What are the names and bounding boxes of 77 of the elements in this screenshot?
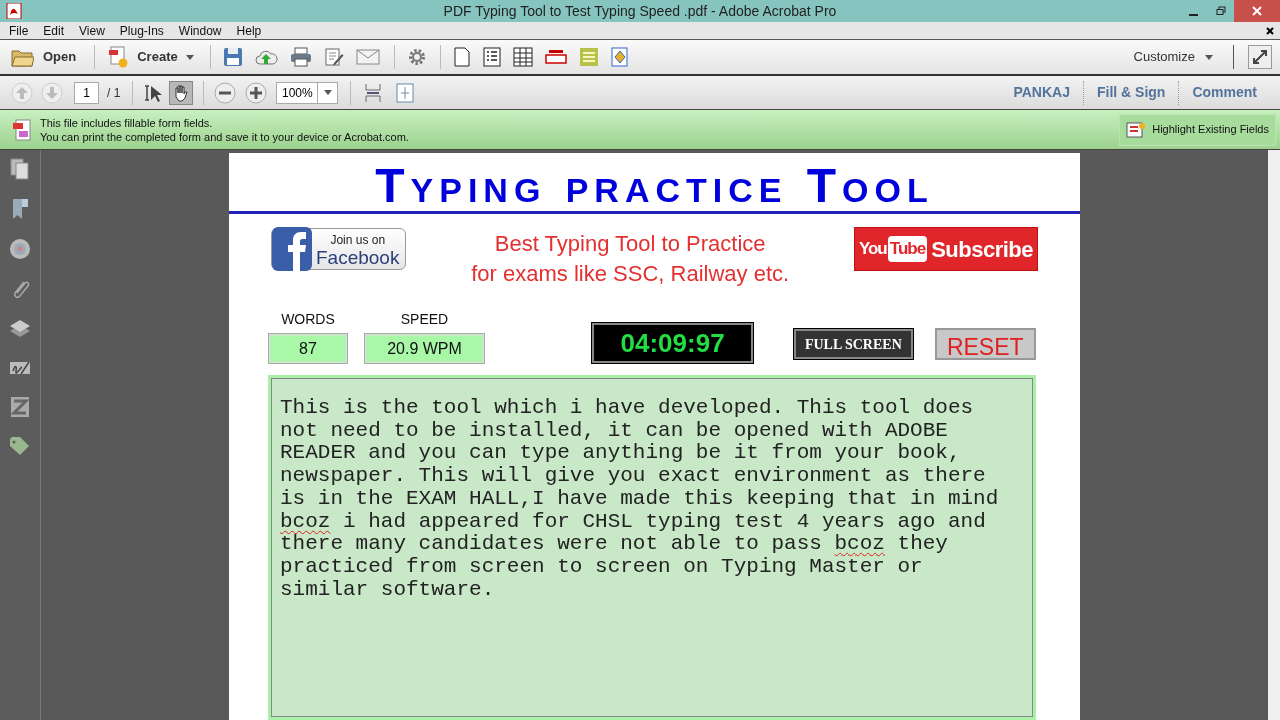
- select-cursor-icon[interactable]: [143, 82, 164, 103]
- page-icon[interactable]: [452, 47, 471, 67]
- zoom-in-icon[interactable]: [245, 81, 268, 104]
- menu-item[interactable]: File: [9, 21, 29, 40]
- folder-icon: [11, 47, 34, 67]
- minimize-icon: [1188, 13, 1198, 16]
- badge-text: Tube: [887, 236, 928, 262]
- text-field-icon[interactable]: [544, 49, 567, 65]
- caret-icon: [185, 54, 194, 60]
- caret-icon: [323, 90, 332, 95]
- close-button[interactable]: [1234, 0, 1280, 22]
- pages-icon[interactable]: [10, 158, 30, 180]
- compare-icon[interactable]: [10, 396, 30, 418]
- facebook-icon: [271, 226, 313, 272]
- close-icon[interactable]: [1266, 26, 1274, 35]
- edit-document-icon[interactable]: [323, 47, 344, 67]
- close-icon: [1252, 6, 1262, 16]
- settings-icon[interactable]: [407, 48, 426, 66]
- menu-item[interactable]: Plug-Ins: [119, 21, 164, 40]
- bookmark-icon[interactable]: [11, 198, 29, 220]
- badge-text: Facebook: [316, 249, 400, 266]
- pdf-app-icon: [6, 3, 22, 19]
- highlight-fields-button[interactable]: Highlight Existing Fields: [1119, 113, 1276, 146]
- menu-item[interactable]: Window: [178, 21, 222, 40]
- print-icon[interactable]: [289, 47, 312, 67]
- badge-text: Subscribe: [931, 235, 1033, 264]
- page-number-field[interactable]: 1: [74, 81, 99, 104]
- envelope-icon[interactable]: [355, 49, 380, 65]
- menu-item[interactable]: Help: [236, 21, 262, 40]
- tag-icon[interactable]: [9, 436, 31, 456]
- tagline-text: for exams like SSC, Railway etc.: [471, 260, 790, 288]
- zoom-dropdown[interactable]: 100%: [276, 81, 339, 104]
- stat-field: 20.9 WPM: [365, 334, 484, 363]
- document-stamp-icon[interactable]: [610, 47, 629, 67]
- form-fields-icon: [1126, 121, 1147, 138]
- page-count: / 1: [107, 84, 121, 102]
- restore-icon: [1216, 6, 1226, 16]
- create-button[interactable]: Create: [95, 46, 210, 68]
- customize-button[interactable]: Customize: [1133, 47, 1233, 67]
- youtube-subscribe-badge[interactable]: You Tube Subscribe: [853, 227, 1038, 271]
- document-title: Typing practice Tool: [374, 161, 935, 211]
- timer-display: 04:09:97: [592, 323, 754, 363]
- stat-label: WORDS: [281, 310, 335, 329]
- tool-link[interactable]: Comment: [1179, 82, 1270, 103]
- list-form-icon[interactable]: [482, 47, 501, 67]
- menu-item[interactable]: Edit: [43, 21, 65, 40]
- caret-icon: [1205, 54, 1213, 60]
- fit-width-icon[interactable]: [364, 82, 383, 103]
- badge-text: Join us on: [330, 232, 386, 249]
- badge-text: You: [858, 238, 887, 261]
- hand-tool-button[interactable]: [169, 80, 194, 105]
- facebook-badge[interactable]: Join us on Facebook: [271, 228, 407, 270]
- scrollbar[interactable]: [1268, 150, 1280, 720]
- save-icon[interactable]: [222, 47, 243, 67]
- typed-text: This is the tool which i have developed. This tool does not need to be installed, it can be opened with ADOBE READER and you can type anything be it from your book, newspaper. This will give you exact environment as there is in the EXAM HALL,I have made this keeping that in mind bcoz i had appeared for CHSL typing test 4 years ago and there many candidates were not able to pass bcoz they practiced from screen to screen on Typing Master or similar software.: [280, 397, 1000, 602]
- notice-text: This file includes fillable form fields.: [40, 115, 214, 130]
- zoom-out-icon[interactable]: [214, 81, 237, 104]
- full-screen-button[interactable]: FULL SCREEN: [794, 329, 913, 359]
- full-screen-button[interactable]: [1248, 45, 1272, 69]
- target-icon[interactable]: [9, 238, 31, 260]
- window-title: PDF Typing Tool to Test Typing Speed .pdf - Adobe Acrobat Pro: [443, 1, 837, 21]
- tagline-text: Best Typing Tool to Practice: [494, 230, 766, 258]
- open-button[interactable]: Open: [0, 47, 95, 67]
- hand-icon: [172, 83, 191, 102]
- tool-link[interactable]: PANKAJ: [1000, 82, 1083, 103]
- menu-item[interactable]: View: [79, 21, 105, 40]
- typing-area[interactable]: [268, 375, 1036, 720]
- layers-icon[interactable]: [9, 318, 31, 340]
- stat-label: SPEED: [400, 310, 449, 329]
- table-icon[interactable]: [512, 47, 533, 67]
- notice-text: You can print the completed form and save it to your device or Acrobat.com.: [40, 129, 409, 144]
- tool-link[interactable]: Fill & Sign: [1084, 82, 1179, 103]
- form-icon: [12, 117, 32, 142]
- stat-field: 87: [269, 334, 347, 363]
- cloud-upload-icon[interactable]: [254, 48, 278, 66]
- document-gear-icon: [109, 46, 130, 68]
- expand-icon: [1252, 49, 1268, 65]
